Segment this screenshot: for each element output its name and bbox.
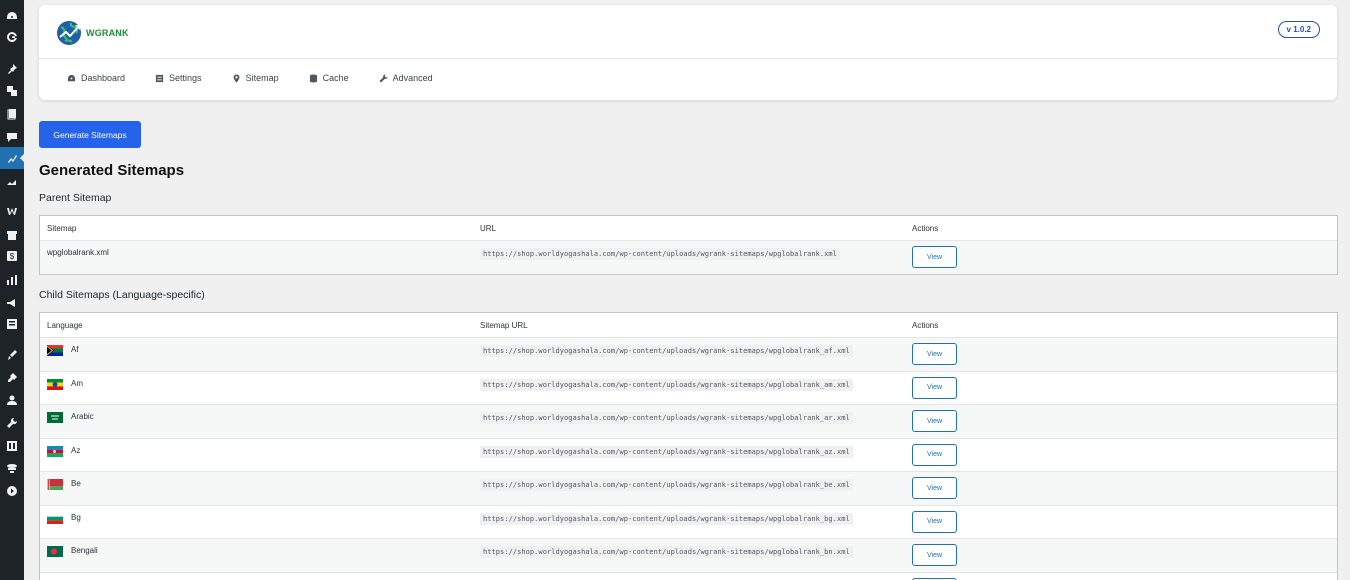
flag-az-icon [47,445,63,457]
sitemap-url: https://shop.worldyogashala.com/wp-conte… [480,546,853,558]
play-menu-icon[interactable] [5,484,19,498]
wgrank-logo: WGRANK [56,19,129,47]
comments-menu-icon[interactable] [5,130,19,144]
flag-by-icon [47,479,63,490]
parent-sitemap-title: Parent Sitemap [39,192,112,204]
tab-sitemap[interactable]: Sitemap [232,73,279,83]
table-row: Af https://shop.worldyogashala.com/wp-co… [40,337,1337,371]
pages-menu-icon[interactable] [5,107,19,121]
tab-cache-label: Cache [322,73,349,83]
database-icon [309,73,317,83]
view-button[interactable]: View [912,343,957,365]
sitemap-url: https://shop.worldyogashala.com/wp-conte… [480,512,853,525]
table-row: wpglobalrank.xml https://shop.worldyogas… [40,240,1337,274]
flag-sa-icon [47,412,63,423]
table-row: Az https://shop.worldyogashala.com/wp-co… [40,437,1337,472]
svg-text:$: $ [10,252,15,261]
table-row: Am https://shop.worldyogashala.com/wp-co… [40,370,1337,405]
flag-et-icon [47,378,63,390]
language-name: Arabic [71,412,94,421]
users-menu-icon[interactable] [5,393,19,407]
language-name: Am [71,378,83,388]
elementor-menu-icon[interactable] [5,317,19,331]
view-button[interactable]: View [912,246,957,268]
sitemap-url: https://shop.worldyogashala.com/wp-conte… [480,248,840,260]
table-row: Bengali https://shop.worldyogashala.com/… [40,538,1337,572]
language-name: Bengali [71,546,98,555]
view-button[interactable]: View [912,443,957,466]
flag-bd-icon [47,546,63,557]
appearance-menu-icon[interactable] [5,348,19,362]
plugin-header: WGRANK v 1.0.2 Dashboard Settings Sitema… [39,5,1337,100]
plugins-menu-icon[interactable] [5,371,19,385]
wgrank-menu-icon[interactable] [0,147,24,169]
sitemap-url: https://shop.worldyogashala.com/wp-conte… [480,345,853,357]
table-header: Sitemap URL Actions [40,216,1337,240]
dashboard-icon [67,74,76,81]
language-name: Af [71,345,79,354]
language-name: Be [71,479,81,488]
version-badge: v 1.0.2 [1277,21,1320,38]
tab-settings[interactable]: Settings [155,73,202,83]
products-menu-icon[interactable] [5,228,19,242]
flag-bg-icon [47,512,63,524]
tab-dashboard[interactable]: Dashboard [67,73,125,83]
location-pin-icon [233,73,239,83]
view-button[interactable]: View [912,544,957,566]
tab-settings-label: Settings [169,73,202,83]
child-sitemaps-title: Child Sitemaps (Language-specific) [39,289,205,301]
view-button[interactable]: View [912,376,957,399]
child-sitemaps-table: Language Sitemap URL Actions Af https://… [39,312,1338,580]
language-name: Bg [71,512,81,522]
tab-advanced[interactable]: Advanced [379,73,433,83]
tab-sitemap-label: Sitemap [245,73,279,83]
table-row: Arabic https://shop.worldyogashala.com/w… [40,404,1337,438]
page-title: Generated Sitemaps [39,162,185,179]
pin-menu-icon[interactable] [5,62,19,76]
plugin-nav: Dashboard Settings Sitemap Cache Advance… [67,73,463,83]
sitemap-url: https://shop.worldyogashala.com/wp-conte… [480,378,853,391]
view-button[interactable]: View [912,410,957,432]
payments-menu-icon[interactable]: $ [5,249,19,263]
dashboard-menu-icon[interactable] [5,9,19,23]
sitemap-url: https://shop.worldyogashala.com/wp-conte… [480,479,853,491]
logo-text: WGRANK [86,28,129,38]
cloud-menu-icon[interactable] [5,461,19,475]
table-row: Be https://shop.worldyogashala.com/wp-co… [40,471,1337,505]
generate-sitemaps-button[interactable]: Generate Sitemaps [39,121,141,148]
woocommerce-menu-icon[interactable] [5,204,19,218]
sitemap-url: https://shop.worldyogashala.com/wp-conte… [480,445,853,458]
media-menu-icon[interactable] [5,84,19,98]
globe-logo-icon [57,21,81,45]
tab-dashboard-label: Dashboard [81,73,126,83]
marketing-menu-icon[interactable] [5,296,19,310]
wp-admin-sidebar: $ [0,0,24,580]
header-divider [39,58,1337,59]
table-header: Language Sitemap URL Actions [40,313,1337,337]
analytics-menu-icon[interactable] [5,175,19,189]
sitemap-url: https://shop.worldyogashala.com/wp-conte… [480,412,853,424]
tab-cache[interactable]: Cache [309,73,349,83]
sitemap-name: wpglobalrank.xml [47,248,109,257]
table-row: Bg https://shop.worldyogashala.com/wp-co… [40,504,1337,539]
tools-menu-icon[interactable] [5,416,19,430]
settings-menu-icon[interactable] [5,439,19,453]
parent-sitemap-table: Sitemap URL Actions wpglobalrank.xml htt… [39,215,1338,275]
view-button[interactable]: View [912,510,957,533]
view-button[interactable]: View [912,477,957,499]
stats-menu-icon[interactable] [5,273,19,287]
language-name: Az [71,445,81,455]
settings-icon [155,74,164,82]
wrench-icon [379,73,388,83]
flag-za-icon [47,345,63,356]
table-row [40,571,1337,580]
google-menu-icon[interactable] [5,30,19,44]
tab-advanced-label: Advanced [392,73,433,83]
